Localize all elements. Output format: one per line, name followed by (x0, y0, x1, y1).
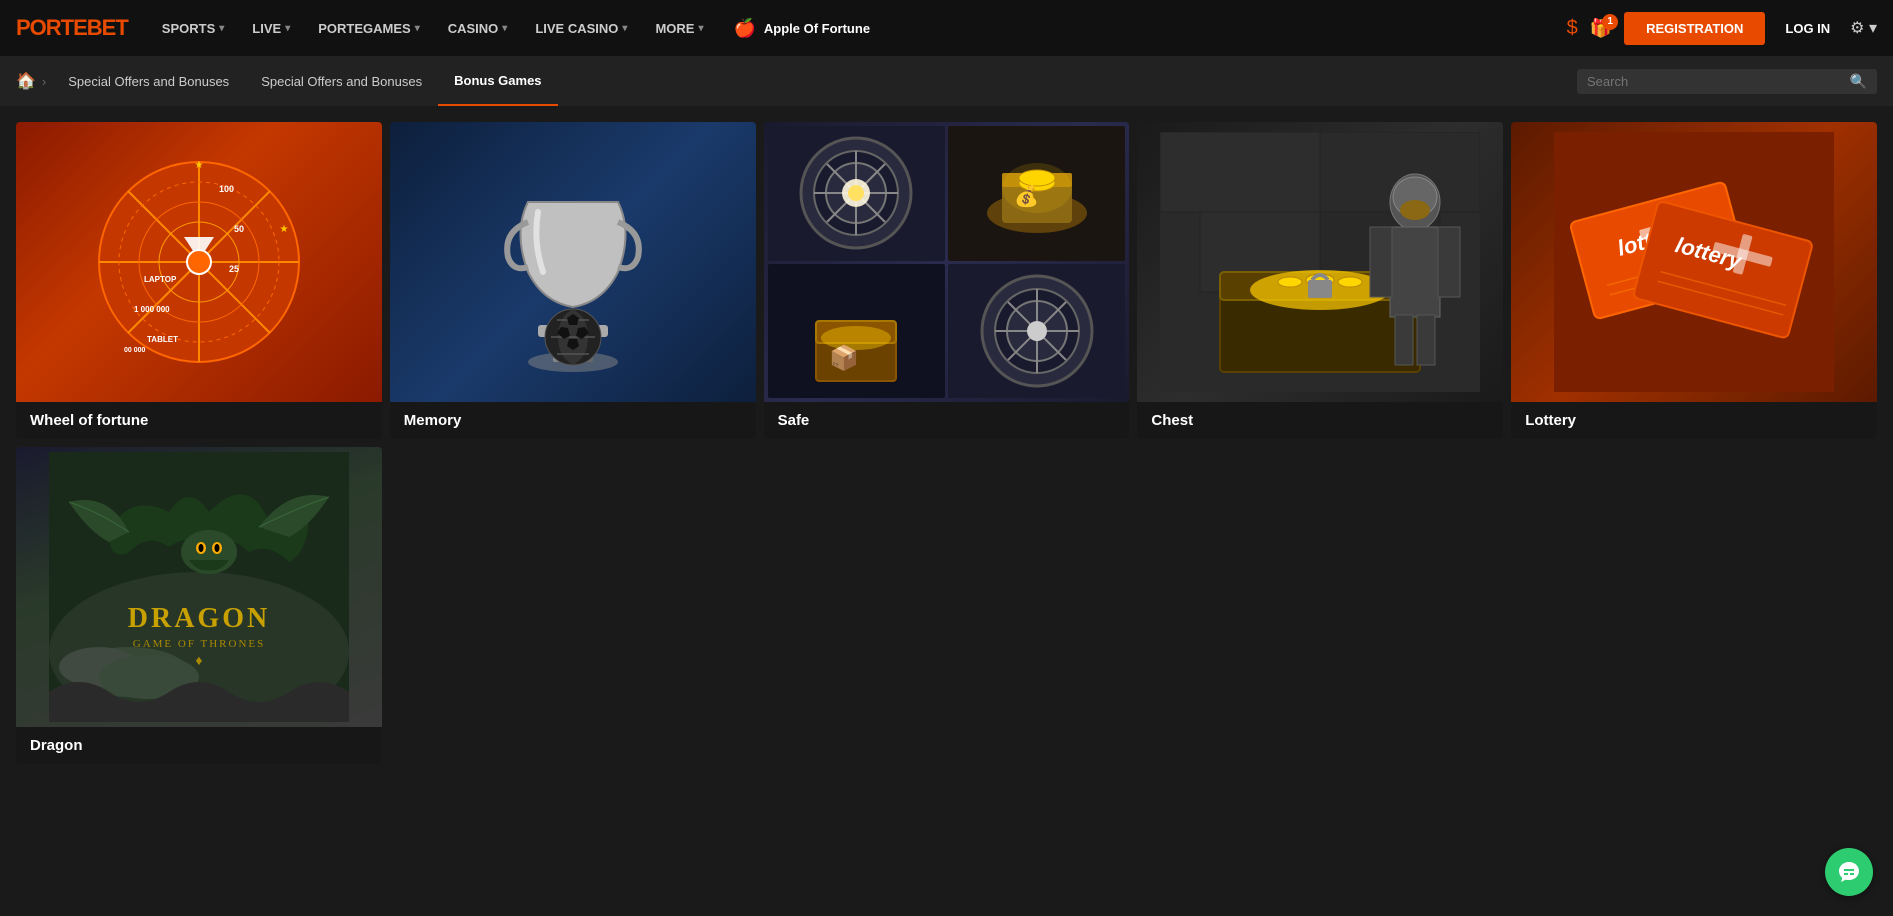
nav-live[interactable]: LIVE ▾ (238, 0, 304, 56)
gift-button[interactable]: 🎁 1 (1590, 18, 1612, 39)
search-area: 🔍 (1577, 69, 1877, 94)
svg-text:LAPTOP: LAPTOP (144, 275, 177, 284)
register-button[interactable]: REGISTRATION (1624, 12, 1765, 45)
nav-sports[interactable]: SPORTS ▾ (148, 0, 239, 56)
safe-label: Safe (764, 402, 1130, 439)
svg-text:50: 50 (234, 224, 244, 234)
game-card-chest[interactable]: Chest (1137, 122, 1503, 439)
game-card-memory[interactable]: Memory (390, 122, 756, 439)
tab-bonus-games[interactable]: Bonus Games (438, 56, 557, 106)
svg-text:★: ★ (279, 224, 288, 235)
promo-item[interactable]: 🍎 Apple Of Fortune (733, 18, 870, 39)
svg-text:♦: ♦ (195, 652, 202, 668)
dollar-icon[interactable]: $ (1567, 17, 1578, 40)
svg-text:★: ★ (194, 160, 203, 171)
home-icon[interactable]: 🏠 (16, 71, 36, 91)
main-content: 100 50 25 LAPTOP 1 000 000 TABLET 00 000… (0, 106, 1893, 780)
wheel-image: 100 50 25 LAPTOP 1 000 000 TABLET 00 000… (16, 122, 382, 402)
logo-prefix: PORTE (16, 15, 87, 40)
main-nav: SPORTS ▾ LIVE ▾ PORTEGAMES ▾ CASINO ▾ LI… (148, 0, 1559, 56)
search-icon[interactable]: 🔍 (1850, 73, 1867, 90)
game-card-wheel-of-fortune[interactable]: 100 50 25 LAPTOP 1 000 000 TABLET 00 000… (16, 122, 382, 439)
logo-suffix: BET (87, 15, 128, 40)
svg-text:100: 100 (219, 184, 234, 194)
games-grid-row1: 100 50 25 LAPTOP 1 000 000 TABLET 00 000… (16, 122, 1877, 439)
game-card-safe[interactable]: 💰 📦 (764, 122, 1130, 439)
search-input[interactable] (1587, 74, 1842, 89)
svg-text:DRAGON: DRAGON (128, 603, 270, 634)
chat-button[interactable] (1825, 848, 1873, 896)
settings-button[interactable]: ⚙ ▾ (1850, 18, 1877, 38)
nav-portegames[interactable]: PORTEGAMES ▾ (304, 0, 434, 56)
game-card-dragon[interactable]: DRAGON GAME OF THRONES ♦ Dragon (16, 447, 382, 764)
chest-image (1137, 122, 1503, 402)
login-button[interactable]: LOG IN (1777, 21, 1838, 36)
nav-live-casino[interactable]: LIVE CASINO ▾ (521, 0, 641, 56)
breadcrumb-parent[interactable]: Special Offers and Bonuses (52, 56, 245, 106)
safe-image: 💰 📦 (764, 122, 1130, 402)
chest-label: Chest (1137, 402, 1503, 439)
svg-text:1 000 000: 1 000 000 (134, 305, 170, 314)
nav-more[interactable]: MORE ▾ (641, 0, 717, 56)
lottery-image: lottery lottery (1511, 122, 1877, 402)
svg-text:GAME OF THRONES: GAME OF THRONES (133, 638, 265, 650)
header: PORTEBET SPORTS ▾ LIVE ▾ PORTEGAMES ▾ CA… (0, 0, 1893, 56)
svg-text:00 000: 00 000 (124, 347, 146, 354)
breadcrumb-sep: › (42, 74, 46, 89)
svg-text:📦: 📦 (829, 344, 859, 372)
dragon-label: Dragon (16, 727, 382, 764)
dragon-image: DRAGON GAME OF THRONES ♦ (16, 447, 382, 727)
memory-image (390, 122, 756, 402)
svg-text:25: 25 (229, 264, 239, 274)
svg-text:💰: 💰 (1014, 184, 1039, 208)
games-grid-row2: DRAGON GAME OF THRONES ♦ Dragon (16, 447, 1877, 764)
nav-casino[interactable]: CASINO ▾ (434, 0, 522, 56)
header-right: $ 🎁 1 REGISTRATION LOG IN ⚙ ▾ (1567, 12, 1877, 45)
lottery-label: Lottery (1511, 402, 1877, 439)
svg-text:TABLET: TABLET (147, 335, 178, 344)
tab-special-offers[interactable]: Special Offers and Bonuses (245, 56, 438, 106)
apple-icon: 🍎 (733, 18, 755, 39)
promo-label: Apple Of Fortune (764, 21, 870, 36)
logo[interactable]: PORTEBET (16, 15, 128, 41)
memory-label: Memory (390, 402, 756, 439)
game-card-lottery[interactable]: lottery lottery (1511, 122, 1877, 439)
gift-badge: 1 (1602, 14, 1618, 30)
wheel-of-fortune-label: Wheel of fortune (16, 402, 382, 439)
breadcrumb-bar: 🏠 › Special Offers and Bonuses Special O… (0, 56, 1893, 106)
